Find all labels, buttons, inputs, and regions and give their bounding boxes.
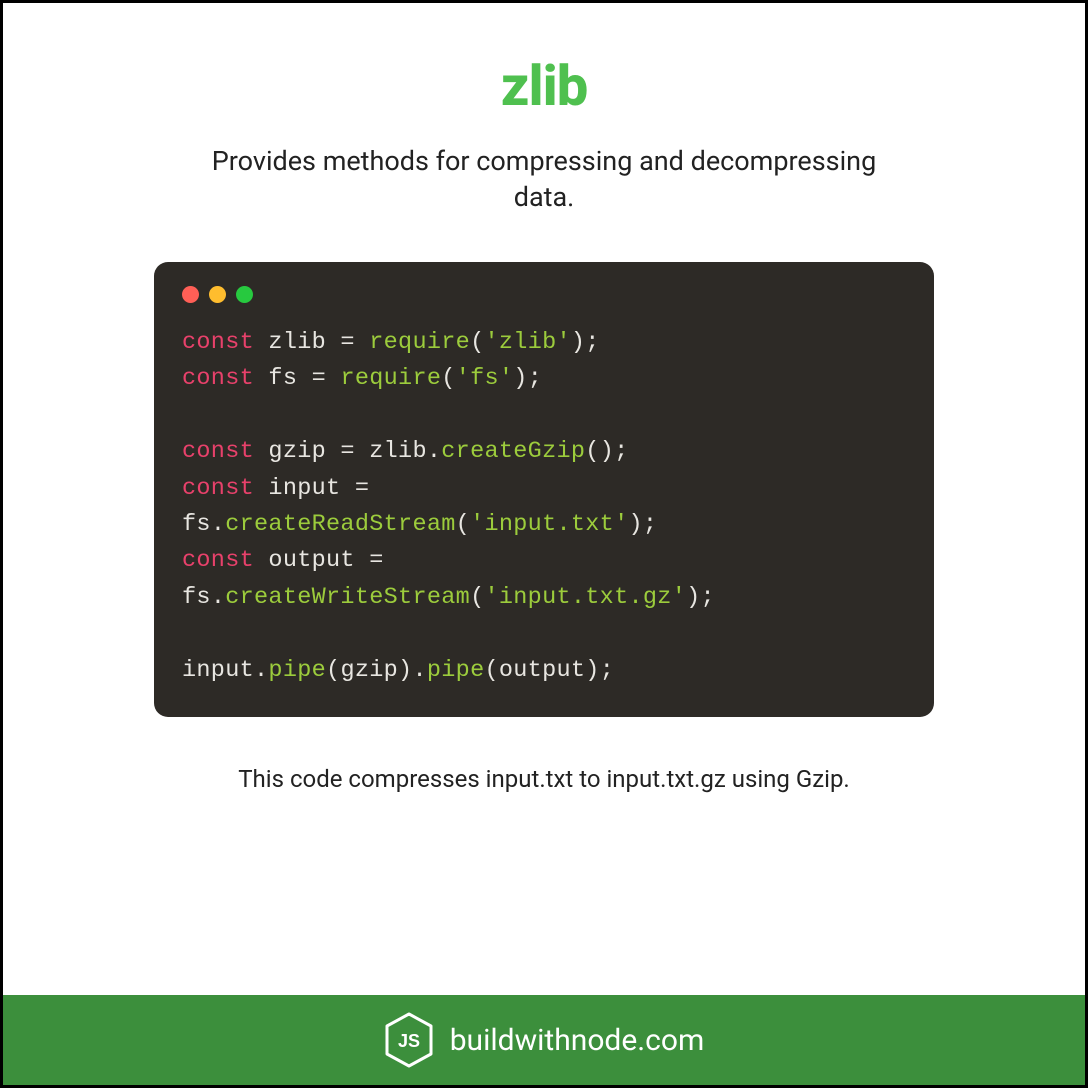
footer-bar: JS buildwithnode.com xyxy=(3,995,1085,1085)
close-icon xyxy=(182,286,199,303)
window-traffic-lights xyxy=(182,286,906,303)
zoom-icon xyxy=(236,286,253,303)
footer-site: buildwithnode.com xyxy=(450,1023,705,1058)
minimize-icon xyxy=(209,286,226,303)
code-window: const zlib = require('zlib'); const fs =… xyxy=(154,262,934,717)
nodejs-icon: JS xyxy=(384,1012,434,1068)
page-title: zlib xyxy=(501,53,587,119)
page-subtitle: Provides methods for compressing and dec… xyxy=(184,143,904,216)
svg-text:JS: JS xyxy=(398,1031,420,1051)
code-caption: This code compresses input.txt to input.… xyxy=(238,765,850,793)
card-content: zlib Provides methods for compressing an… xyxy=(3,3,1085,995)
code-block: const zlib = require('zlib'); const fs =… xyxy=(182,325,906,689)
